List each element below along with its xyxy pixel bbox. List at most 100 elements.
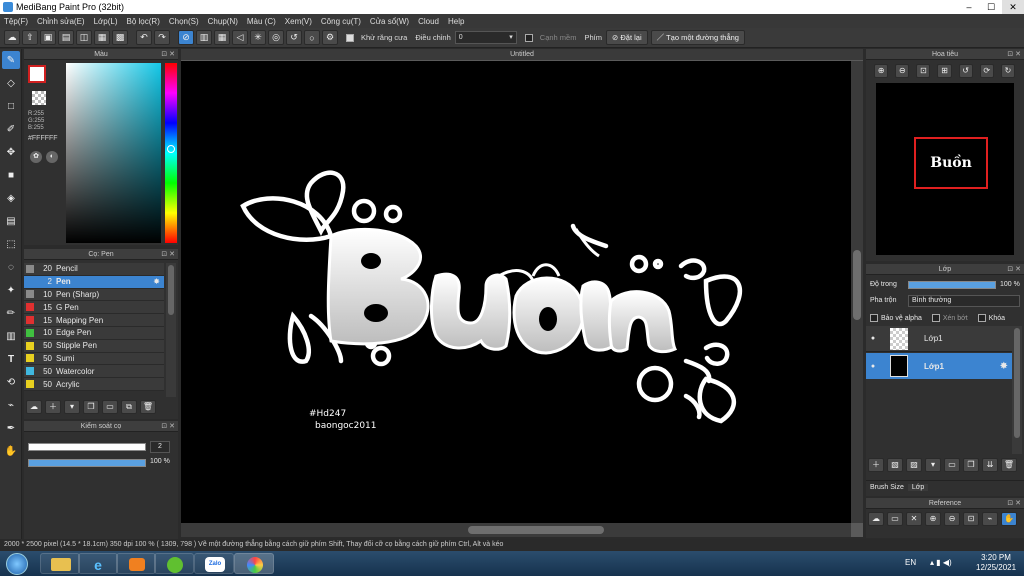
ref-eyedropper-icon[interactable]: ⌁	[982, 512, 998, 526]
clipping-checkbox[interactable]	[931, 314, 940, 322]
menu-layer[interactable]: Lớp(L)	[94, 17, 118, 26]
list-item[interactable]: 15 Mapping Pen	[24, 314, 164, 327]
brush-tool-icon[interactable]: ✎	[2, 51, 20, 69]
list-item[interactable]: 50 Sumi	[24, 352, 164, 366]
reset-button[interactable]: ⊘ Đặt lại	[605, 30, 648, 45]
menu-window[interactable]: Cửa sổ(W)	[370, 17, 409, 26]
soft-edge-checkbox[interactable]	[524, 33, 533, 42]
navigator-preview[interactable]: Buồn	[876, 83, 1014, 255]
list-item[interactable]: 10 Edge Pen	[24, 326, 164, 340]
new-layer-icon[interactable]: ＋	[868, 458, 884, 472]
eye-icon[interactable]: ●	[866, 363, 880, 370]
tab-layer[interactable]: Lớp	[907, 484, 929, 491]
tray-icons[interactable]: ▴ ▮ ◀)	[930, 558, 952, 567]
color-wheel-icon[interactable]: ◐	[46, 151, 58, 163]
zoom-in-icon[interactable]: ⊕	[874, 64, 889, 78]
layer-row-selected[interactable]: ● Lớp1 ✸	[866, 353, 1012, 379]
list-item[interactable]: 50 Acrylic	[24, 378, 164, 391]
canvas-tab[interactable]: Untitled	[181, 49, 863, 60]
maximize-button[interactable]: ☐	[980, 0, 1002, 14]
parallel-snap-icon[interactable]: ▥	[196, 30, 212, 45]
move-tool-icon[interactable]: ✥	[2, 143, 20, 161]
brush-list-scrollbar[interactable]	[166, 263, 176, 397]
magic-wand-tool-icon[interactable]: ✦	[2, 281, 20, 299]
ref-zoom-in-icon[interactable]: ⊕	[925, 512, 941, 526]
menu-snap[interactable]: Chụp(N)	[208, 17, 238, 26]
panel-options-icon[interactable]: ⊡ ✕	[161, 421, 175, 432]
lock-checkbox[interactable]	[977, 314, 986, 322]
no-snap-icon[interactable]: ⊘	[178, 30, 194, 45]
menu-view[interactable]: Xem(V)	[285, 17, 312, 26]
brush-folder-icon[interactable]: ▭	[102, 400, 118, 414]
ref-hand-icon[interactable]: ✋	[1001, 512, 1017, 526]
brush-size-value[interactable]: 2	[150, 441, 170, 453]
comment-icon[interactable]: ▤	[58, 30, 74, 45]
menu-help[interactable]: Help	[448, 17, 464, 26]
layer-row[interactable]: ● Lớp1	[866, 326, 1012, 352]
medibang-app-icon[interactable]	[234, 553, 274, 574]
radial-snap-icon[interactable]: ✳	[250, 30, 266, 45]
curve-snap-icon[interactable]: ↺	[286, 30, 302, 45]
list-item[interactable]: 50 Stipple Pen	[24, 339, 164, 353]
redo-icon[interactable]: ↷	[154, 30, 170, 45]
divide-tool-icon[interactable]: ▥	[2, 327, 20, 345]
brush-opacity-slider[interactable]	[28, 459, 146, 467]
list-item[interactable]: 2 Pen ✸	[24, 275, 164, 289]
reset-rotate-icon[interactable]: ⟳	[979, 64, 994, 78]
panel-options-icon[interactable]: ⊡ ✕	[161, 249, 175, 260]
palette-icon[interactable]: ✿	[30, 151, 42, 163]
menu-tools[interactable]: Công cụ(T)	[321, 17, 361, 26]
list-item[interactable]: 15 G Pen	[24, 301, 164, 315]
actual-size-icon[interactable]: ⊞	[937, 64, 952, 78]
ref-open-icon[interactable]: ▭	[887, 512, 903, 526]
duplicate-layer-icon[interactable]: ❐	[963, 458, 979, 472]
menu-cloud[interactable]: Cloud	[418, 17, 439, 26]
gradient-tool-icon[interactable]: ▤	[2, 212, 20, 230]
brush-paste-icon[interactable]: ⧉	[121, 400, 137, 414]
app-icon-green[interactable]	[154, 553, 194, 574]
zoom-out-icon[interactable]: ⊖	[895, 64, 910, 78]
hue-slider-thumb[interactable]	[167, 145, 175, 153]
menu-color[interactable]: Màu (C)	[247, 17, 276, 26]
fill-brush-tool-icon[interactable]: ✐	[2, 120, 20, 138]
circle-snap-icon[interactable]: ○	[304, 30, 320, 45]
brush-copy-icon[interactable]: ❐	[83, 400, 99, 414]
list-item[interactable]: 20 Pencil	[24, 263, 164, 276]
rotate-right-icon[interactable]: ↻	[1000, 64, 1015, 78]
correction-select[interactable]: 0	[454, 31, 517, 44]
layer-folder-icon[interactable]: ▭	[944, 458, 960, 472]
drawing-canvas[interactable]: #Hd247 baongoc2011	[181, 61, 851, 523]
language-indicator[interactable]: EN	[905, 558, 916, 567]
save-icon[interactable]: ▣	[40, 30, 56, 45]
hand-tool-icon[interactable]: ✋	[2, 442, 20, 460]
layer-opacity-slider[interactable]	[908, 281, 996, 289]
ref-close-icon[interactable]: ✕	[906, 512, 922, 526]
delete-layer-icon[interactable]: 🗑	[1001, 458, 1017, 472]
select-tool-icon[interactable]: ⬚	[2, 235, 20, 253]
panel-options-icon[interactable]: ⊡ ✕	[161, 49, 175, 60]
layer-settings-icon[interactable]: ✸	[1000, 361, 1008, 372]
bucket-tool-icon[interactable]: ◈	[2, 189, 20, 207]
tab-brush-size[interactable]: Brush Size	[866, 484, 908, 491]
brush-settings-icon[interactable]: ✸	[153, 277, 160, 286]
hue-slider[interactable]	[165, 63, 177, 243]
transparent-swatch[interactable]	[32, 91, 46, 105]
add-brush-menu-icon[interactable]: ▾	[64, 400, 80, 414]
new-8bit-layer-icon[interactable]: ▨	[906, 458, 922, 472]
layer-menu-icon[interactable]: ▾	[925, 458, 941, 472]
panel-options-icon[interactable]: ⊡ ✕	[1007, 264, 1021, 275]
chat-icon[interactable]: ◫	[76, 30, 92, 45]
settings-snap-icon[interactable]: ⚙	[322, 30, 338, 45]
lasso-tool-icon[interactable]: ◌	[2, 258, 20, 276]
menu-filter[interactable]: Bộ lọc(R)	[127, 17, 160, 26]
protect-alpha-checkbox[interactable]	[870, 314, 878, 322]
close-button[interactable]: ✕	[1002, 0, 1024, 14]
explorer-app-icon[interactable]	[40, 553, 80, 574]
brush-size-slider[interactable]	[28, 443, 146, 451]
color-sv-square[interactable]	[66, 63, 161, 243]
eraser-tool-icon[interactable]: ◇	[2, 74, 20, 92]
navigator-view-rect[interactable]: Buồn	[914, 137, 988, 189]
panel-options-icon[interactable]: ⊡ ✕	[1007, 49, 1021, 60]
ref-fit-icon[interactable]: ⊡	[963, 512, 979, 526]
merge-layer-icon[interactable]: ⇊	[982, 458, 998, 472]
